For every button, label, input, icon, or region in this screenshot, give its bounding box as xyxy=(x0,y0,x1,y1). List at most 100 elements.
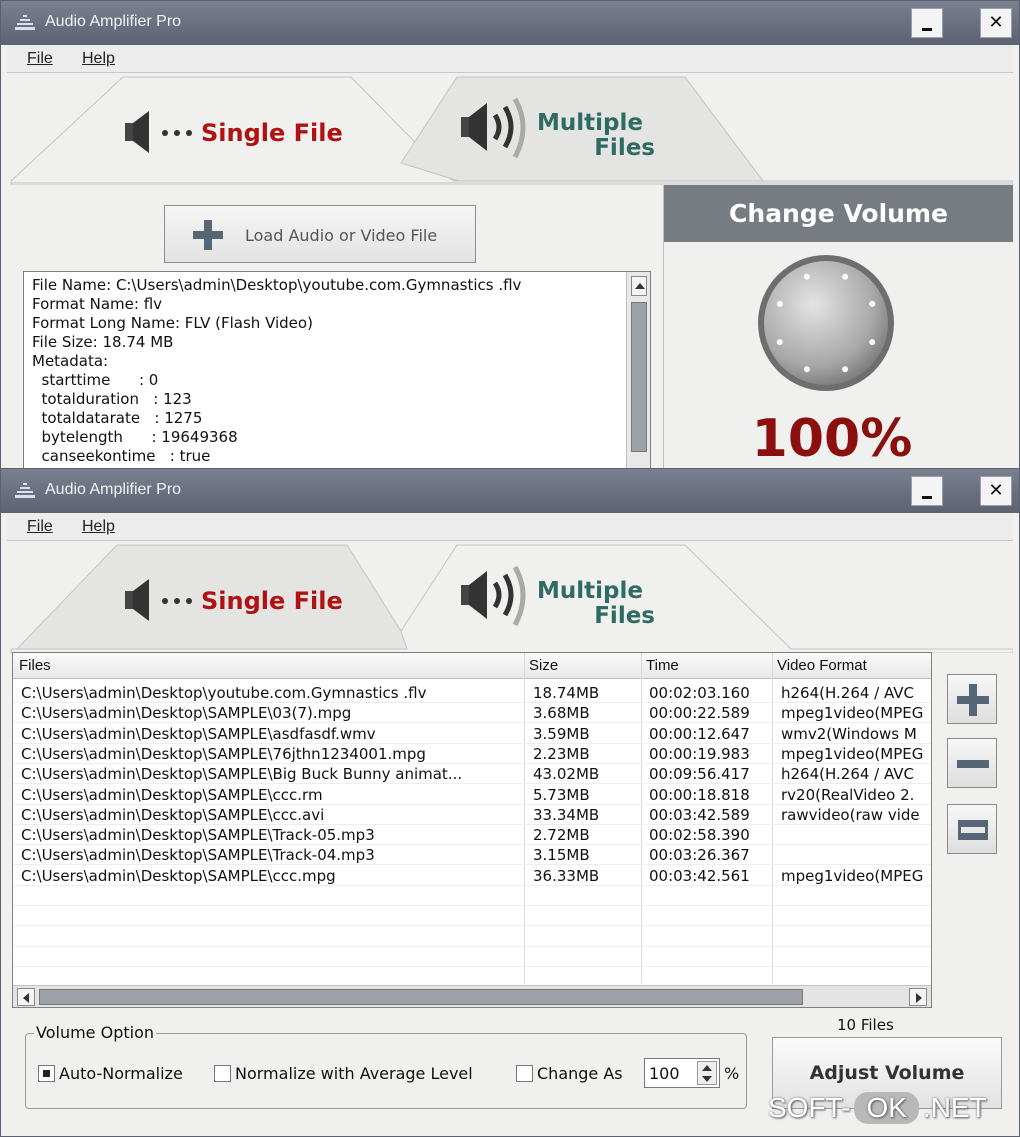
add-files-button[interactable] xyxy=(947,674,997,724)
knob-marker xyxy=(842,273,849,280)
clear-list-button[interactable] xyxy=(947,804,997,854)
change-as-value[interactable]: 100 xyxy=(649,1064,680,1083)
tab-multiple-line2: Files xyxy=(594,603,655,629)
scroll-thumb[interactable] xyxy=(631,302,647,452)
file-info-line: totaldatarate : 1275 xyxy=(32,409,203,427)
speaker-quiet-icon xyxy=(125,111,192,153)
tab-single-file-label: Single File xyxy=(201,587,343,615)
change-as-checkbox[interactable] xyxy=(516,1065,533,1082)
cell-file: C:\Users\admin\Desktop\SAMPLE\ccc.rm xyxy=(21,785,323,804)
table-row[interactable]: C:\Users\admin\Desktop\SAMPLE\asdfasdf.w… xyxy=(13,724,931,744)
change-volume-panel: Change Volume 100% xyxy=(663,185,1013,469)
cell-time: 00:00:18.818 xyxy=(649,785,750,804)
tab-multiple-files[interactable]: Multiple Files xyxy=(457,77,697,183)
tab-single-file[interactable]: Single File xyxy=(117,545,377,651)
speaker-quiet-icon xyxy=(125,579,192,621)
column-size[interactable]: Size xyxy=(529,657,558,674)
percent-sign: % xyxy=(724,1064,740,1083)
empty-row xyxy=(13,886,931,906)
scroll-up-icon xyxy=(635,283,645,289)
table-row[interactable]: C:\Users\admin\Desktop\SAMPLE\ccc.avi 33.… xyxy=(13,805,931,825)
table-row[interactable]: C:\Users\admin\Desktop\SAMPLE\Track-05.m… xyxy=(13,825,931,846)
spinner-up-icon[interactable] xyxy=(702,1065,712,1071)
cell-video-format: wmv2(Windows M xyxy=(781,724,917,743)
menu-help[interactable]: Help xyxy=(82,518,115,536)
table-row[interactable]: C:\Users\admin\Desktop\SAMPLE\Track-04.m… xyxy=(13,845,931,866)
scroll-left-button[interactable] xyxy=(17,988,35,1006)
file-info-line: Metadata: xyxy=(32,352,109,370)
app-icon xyxy=(15,15,35,30)
cell-video-format: h264(H.264 / AVC xyxy=(781,765,915,784)
knob-marker xyxy=(803,366,810,373)
watermark-left: SOFT- xyxy=(768,1092,851,1123)
change-as-spinner[interactable]: 100 xyxy=(644,1058,720,1088)
minimize-button[interactable] xyxy=(911,476,943,506)
empty-row xyxy=(13,906,931,927)
normalize-average-label: Normalize with Average Level xyxy=(235,1064,473,1083)
column-files[interactable]: Files xyxy=(19,657,51,674)
speaker-loud-icon xyxy=(461,97,526,159)
file-info-line: totalduration : 123 xyxy=(32,390,192,408)
tab-single-file-label: Single File xyxy=(201,119,343,147)
minimize-button[interactable] xyxy=(911,8,943,38)
knob-marker xyxy=(803,273,810,280)
menu-file[interactable]: File xyxy=(27,50,53,68)
empty-row xyxy=(13,947,931,967)
auto-normalize-checkbox[interactable] xyxy=(38,1065,55,1082)
horizontal-scrollbar[interactable] xyxy=(13,985,931,1007)
knob-marker xyxy=(869,339,876,346)
cell-file: C:\Users\admin\Desktop\youtube.com.Gymna… xyxy=(21,684,427,702)
watermark: SOFT- OK .NET xyxy=(768,1092,987,1132)
cell-video-format: mpeg1video(MPEG xyxy=(781,744,924,763)
column-video-format[interactable]: Video Format xyxy=(777,657,867,674)
file-info-line: starttime : 0 xyxy=(32,371,159,389)
spinner-arrows[interactable] xyxy=(697,1061,717,1085)
checkbox-mark xyxy=(43,1070,50,1077)
title-bar[interactable]: Audio Amplifier Pro ✕ xyxy=(1,1,1019,45)
scroll-right-button[interactable] xyxy=(909,988,927,1006)
close-button[interactable]: ✕ xyxy=(980,476,1012,506)
load-file-button[interactable]: Load Audio or Video File xyxy=(164,205,476,263)
tab-multiple-line2: Files xyxy=(594,135,655,161)
minus-icon xyxy=(957,760,989,768)
cell-file: C:\Users\admin\Desktop\SAMPLE\asdfasdf.w… xyxy=(21,724,376,743)
title-bar[interactable]: Audio Amplifier Pro ✕ xyxy=(1,469,1019,513)
menu-help[interactable]: Help xyxy=(82,50,115,68)
table-row[interactable]: C:\Users\admin\Desktop\SAMPLE\ccc.rm 5.73… xyxy=(13,785,931,805)
cell-time: 00:03:42.561 xyxy=(649,866,750,885)
table-row[interactable]: C:\Users\admin\Desktop\SAMPLE\ccc.mpg 36.… xyxy=(13,866,931,886)
table-row[interactable]: C:\Users\admin\Desktop\SAMPLE\76jthn1234… xyxy=(13,744,931,764)
window-title: Audio Amplifier Pro xyxy=(45,13,182,30)
volume-knob[interactable] xyxy=(756,253,896,393)
tab-multiple-files[interactable]: Multiple Files xyxy=(457,545,697,651)
cell-time: 00:09:56.417 xyxy=(649,765,750,784)
file-info-line: Format Name: flv xyxy=(32,295,163,313)
scroll-thumb[interactable] xyxy=(39,989,803,1005)
plus-icon xyxy=(957,684,989,716)
load-file-label: Load Audio or Video File xyxy=(245,226,438,245)
spinner-down-icon[interactable] xyxy=(702,1076,712,1082)
table-row[interactable]: C:\Users\admin\Desktop\youtube.com.Gymna… xyxy=(13,683,931,703)
file-info-line: bytelength : 19649368 xyxy=(32,428,238,446)
files-table[interactable]: Files Size Time Video Format C:\Users\ad… xyxy=(12,652,932,1008)
scroll-up-button[interactable] xyxy=(631,276,647,296)
cell-video-format: rv20(RealVideo 2. xyxy=(781,785,915,804)
menu-bar: File Help xyxy=(7,513,1013,541)
normalize-average-checkbox[interactable] xyxy=(214,1065,231,1082)
column-time[interactable]: Time xyxy=(646,657,679,674)
file-info-box[interactable]: File Name: C:\Users\admin\Desktop\youtub… xyxy=(23,271,651,469)
table-row[interactable]: C:\Users\admin\Desktop\SAMPLE\03(7).mpg 3… xyxy=(13,703,931,724)
empty-row xyxy=(13,927,931,947)
vertical-scrollbar[interactable] xyxy=(626,272,650,469)
files-count: 10 Files xyxy=(837,1016,894,1034)
close-button[interactable]: ✕ xyxy=(980,8,1012,38)
cell-size: 2.23MB xyxy=(533,744,590,763)
remove-file-button[interactable] xyxy=(947,738,997,788)
file-info-line: File Size: 18.74 MB xyxy=(32,333,174,351)
auto-normalize-label: Auto-Normalize xyxy=(59,1064,183,1083)
minimize-icon xyxy=(922,496,932,499)
menu-file[interactable]: File xyxy=(27,518,53,536)
tab-single-file[interactable]: Single File xyxy=(117,77,377,183)
scroll-right-icon xyxy=(916,993,922,1003)
table-row[interactable]: C:\Users\admin\Desktop\SAMPLE\Big Buck B… xyxy=(13,764,931,785)
